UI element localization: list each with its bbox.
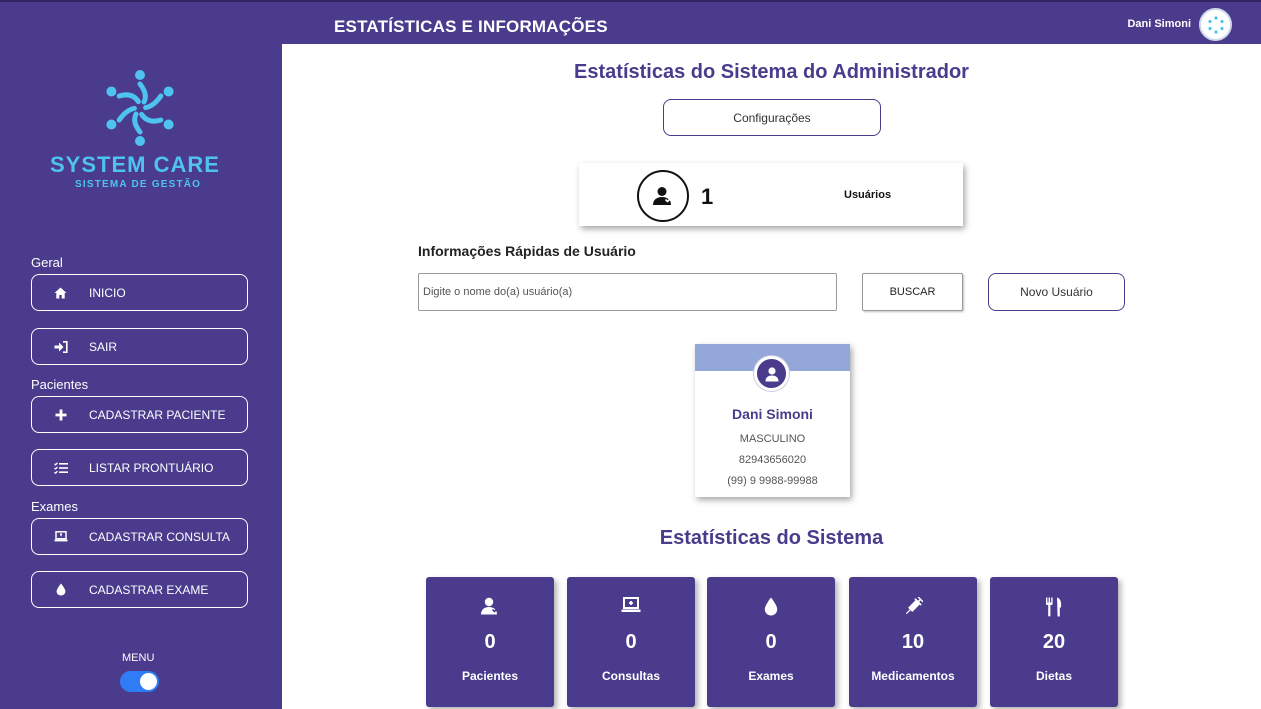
section-label-pacientes: Pacientes (31, 377, 89, 392)
configuracoes-button[interactable]: Configurações (663, 99, 881, 136)
list-icon (32, 461, 89, 474)
sidebar-item-label: INICIO (89, 285, 126, 300)
sidebar: SYSTEM CARE SISTEMA DE GESTÃO Geral INIC… (0, 44, 282, 709)
menu-toggle[interactable] (120, 671, 159, 692)
sidebar-item-cadastrar-paciente[interactable]: CADASTRAR PACIENTE (31, 396, 248, 433)
user-card-gender: MASCULINO (739, 433, 806, 445)
sidebar-item-label: CADASTRAR PACIENTE (89, 407, 226, 422)
buscar-button[interactable]: BUSCAR (862, 273, 963, 311)
users-count-label: Usuários (844, 189, 892, 201)
brand-tagline: SISTEMA DE GESTÃO (75, 179, 202, 190)
stat-value: 0 (765, 631, 777, 653)
stat-label: Pacientes (461, 669, 519, 683)
plus-icon (32, 409, 89, 421)
user-card-name: Dani Simoni (732, 406, 813, 422)
patient-icon (426, 597, 554, 615)
laptop-icon (32, 531, 89, 542)
section-label-geral: Geral (31, 255, 63, 270)
laptop-medical-icon (567, 597, 695, 613)
sign-out-icon (32, 340, 89, 353)
drop-icon (32, 583, 89, 596)
stat-tile-consultas[interactable]: 0 Consultas (567, 577, 695, 707)
brand-name: SYSTEM CARE (50, 152, 220, 177)
stat-tile-pacientes[interactable]: 0 Pacientes (426, 577, 554, 707)
novo-usuario-button[interactable]: Novo Usuário (988, 273, 1125, 311)
top-bar: ESTATÍSTICAS E INFORMAÇÕES Dani Simoni (0, 0, 1261, 44)
sidebar-item-sair[interactable]: SAIR (31, 328, 248, 365)
user-profile-card[interactable]: Dani Simoni MASCULINO 82943656020 (99) 9… (695, 344, 850, 497)
user-card-phone: (99) 9 9988-99988 (727, 475, 818, 487)
system-stats-title: Estatísticas do Sistema (659, 527, 884, 549)
stat-label: Medicamentos (871, 669, 955, 683)
users-count-card: 1 Usuários (579, 163, 963, 226)
sidebar-item-label: SAIR (89, 339, 118, 354)
admin-stats-title: Estatísticas do Sistema do Administrador (574, 61, 969, 83)
toggle-knob (140, 673, 157, 690)
sidebar-item-label: LISTAR PRONTUÁRIO (89, 460, 214, 475)
stat-label: Exames (748, 669, 794, 683)
quick-info-title: Informações Rápidas de Usuário (418, 243, 636, 259)
sidebar-item-cadastrar-consulta[interactable]: CADASTRAR CONSULTA (31, 518, 248, 555)
system-care-logo-icon (106, 70, 174, 146)
user-search-input[interactable] (418, 273, 837, 311)
system-care-logo: SYSTEM CARE SISTEMA DE GESTÃO (50, 68, 230, 190)
utensils-icon (990, 597, 1118, 617)
user-icon (637, 170, 689, 222)
stat-value: 10 (901, 631, 925, 653)
drop-icon (707, 597, 835, 616)
home-icon (32, 287, 89, 299)
stat-tile-dietas[interactable]: 20 Dietas (990, 577, 1118, 707)
user-avatar-icon (754, 356, 789, 391)
stat-tile-medicamentos[interactable]: 10 Medicamentos (849, 577, 977, 707)
user-card-document: 82943656020 (738, 454, 807, 466)
stat-tile-exames[interactable]: 0 Exames (707, 577, 835, 707)
syringe-icon (849, 597, 977, 617)
sidebar-item-cadastrar-exame[interactable]: CADASTRAR EXAME (31, 571, 248, 608)
stat-value: 0 (625, 631, 637, 653)
sidebar-item-listar-prontuario[interactable]: LISTAR PRONTUÁRIO (31, 449, 248, 486)
system-care-logo-icon[interactable] (1199, 8, 1232, 41)
users-count: 1 (701, 184, 714, 209)
stat-label: Dietas (1035, 669, 1073, 683)
stat-value: 0 (484, 631, 496, 653)
page-heading: ESTATÍSTICAS E INFORMAÇÕES (334, 17, 608, 36)
stat-label: Consultas (601, 669, 660, 683)
sidebar-item-inicio[interactable]: INICIO (31, 274, 248, 311)
sidebar-item-label: CADASTRAR EXAME (89, 582, 209, 597)
sidebar-item-label: CADASTRAR CONSULTA (89, 529, 230, 544)
stat-value: 20 (1042, 631, 1066, 653)
current-user-name: Dani Simoni (1127, 18, 1191, 30)
menu-toggle-label: MENU (122, 652, 155, 664)
section-label-exames: Exames (31, 499, 78, 514)
